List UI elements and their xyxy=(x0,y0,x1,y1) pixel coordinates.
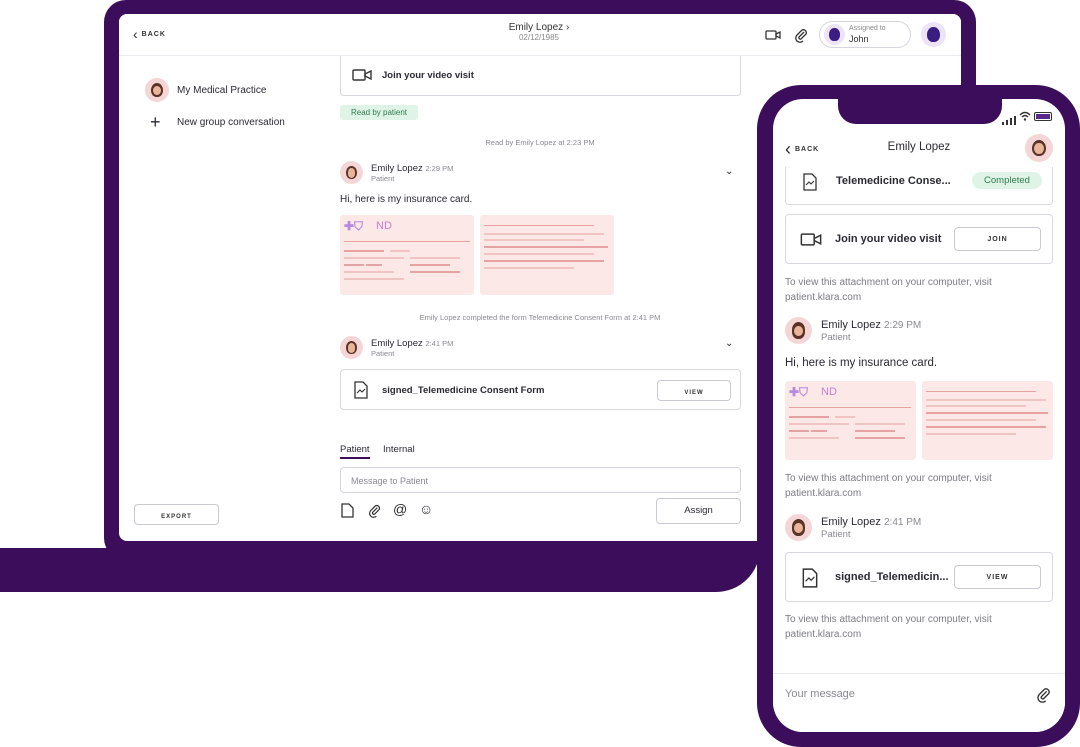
back-button[interactable]: ‹ BACK xyxy=(785,140,819,158)
insurance-card-front[interactable]: ✚⛉ ND xyxy=(340,215,474,295)
practice-avatar xyxy=(145,78,169,102)
chevron-right-icon: › xyxy=(565,22,570,33)
chevron-left-icon: ‹ xyxy=(133,26,138,42)
attachment-card[interactable]: signed_Telemedicin... VIEW xyxy=(785,552,1053,602)
avatar[interactable] xyxy=(1025,134,1053,162)
chevron-left-icon: ‹ xyxy=(785,139,791,159)
composer: Your message xyxy=(773,673,1065,732)
message-sender: Emily Lopez 2:41 PM xyxy=(821,516,922,528)
chevron-down-icon[interactable]: ⌄ xyxy=(725,338,733,349)
insurance-logo-icon: ✚⛉ xyxy=(789,385,809,399)
assign-button[interactable]: Assign xyxy=(656,498,741,524)
video-camera-icon[interactable] xyxy=(765,27,781,43)
chevron-down-icon[interactable]: ⌄ xyxy=(725,166,733,177)
attachment-card[interactable]: signed_Telemedicine Consent Form VIEW xyxy=(340,369,741,410)
read-info: Read by Emily Lopez at 2:23 PM xyxy=(485,138,595,147)
tab-internal[interactable]: Internal xyxy=(383,444,415,455)
document-icon xyxy=(802,173,818,196)
document-icon xyxy=(354,381,368,404)
message-input[interactable]: Message to Patient xyxy=(340,467,741,493)
page-title: Emily Lopez xyxy=(887,141,951,153)
avatar xyxy=(340,161,363,184)
at-mention-icon[interactable]: @ xyxy=(393,501,407,517)
insurance-card-back[interactable] xyxy=(480,215,614,295)
message-input[interactable]: Your message xyxy=(785,688,855,700)
avatar xyxy=(785,317,812,344)
form-card[interactable]: Telemedicine Conse... Completed xyxy=(785,167,1053,205)
assignee-avatar xyxy=(824,24,845,45)
battery-icon xyxy=(1034,112,1052,121)
back-button[interactable]: ‹ BACK xyxy=(133,27,166,41)
export-button[interactable]: EXPORT xyxy=(134,504,219,525)
sidebar-item-new-group[interactable]: New group conversation xyxy=(177,117,285,128)
video-visit-card[interactable]: Join your video visit xyxy=(340,56,741,96)
insurance-card-front[interactable]: ✚⛉ ND xyxy=(785,381,916,460)
attachment-note: To view this attachment on your computer… xyxy=(785,473,992,499)
video-camera-icon xyxy=(800,232,822,252)
insurance-logo-icon: ✚⛉ xyxy=(344,219,364,233)
patient-dob: 02/12/1985 xyxy=(518,33,560,42)
document-icon xyxy=(802,568,818,593)
tab-patient[interactable]: Patient xyxy=(340,444,370,459)
video-camera-icon xyxy=(352,68,372,87)
signal-icon xyxy=(1002,112,1016,130)
top-bar: ‹ BACK Emily Lopez › 02/12/1985 Assigned… xyxy=(119,14,961,56)
message-text: Hi, here is my insurance card. xyxy=(340,194,473,205)
user-avatar[interactable] xyxy=(921,22,946,47)
paperclip-icon[interactable] xyxy=(367,503,382,523)
mobile-app: ‹ BACK Emily Lopez Telemedicine Conse...… xyxy=(773,99,1065,732)
paperclip-icon[interactable] xyxy=(1035,686,1052,708)
emoji-icon[interactable]: ☺ xyxy=(419,501,433,517)
form-completed-info: Emily Lopez completed the form Telemedic… xyxy=(419,313,661,322)
completed-badge: Completed xyxy=(972,172,1042,189)
patient-header[interactable]: Emily Lopez › 02/12/1985 xyxy=(479,22,599,42)
message-sender: Emily Lopez 2:29 PM xyxy=(821,319,922,331)
attachment-note: To view this attachment on your computer… xyxy=(785,614,992,640)
plus-icon[interactable]: + xyxy=(150,113,161,131)
insurance-card-back[interactable] xyxy=(922,381,1053,460)
sidebar-item-practice[interactable]: My Medical Practice xyxy=(177,85,266,96)
read-by-patient-badge: Read by patient xyxy=(340,105,418,120)
view-button[interactable]: VIEW xyxy=(657,380,731,401)
phone-notch xyxy=(838,96,1002,124)
message-sender: Emily Lopez 2:29 PM xyxy=(371,163,454,174)
message-text: Hi, here is my insurance card. xyxy=(785,357,938,369)
assigned-to-selector[interactable]: Assigned to John xyxy=(819,21,911,48)
join-button[interactable]: JOIN xyxy=(954,227,1041,251)
document-icon[interactable] xyxy=(341,503,354,523)
avatar xyxy=(340,336,363,359)
patient-name: Emily Lopez xyxy=(508,22,564,33)
video-visit-card[interactable]: Join your video visit JOIN xyxy=(785,214,1053,264)
view-button[interactable]: VIEW xyxy=(954,565,1041,589)
avatar xyxy=(785,514,812,541)
wifi-icon xyxy=(1019,111,1031,124)
attachment-note: To view this attachment on your computer… xyxy=(785,277,992,303)
message-sender: Emily Lopez 2:41 PM xyxy=(371,338,454,349)
paperclip-icon[interactable] xyxy=(793,27,809,43)
